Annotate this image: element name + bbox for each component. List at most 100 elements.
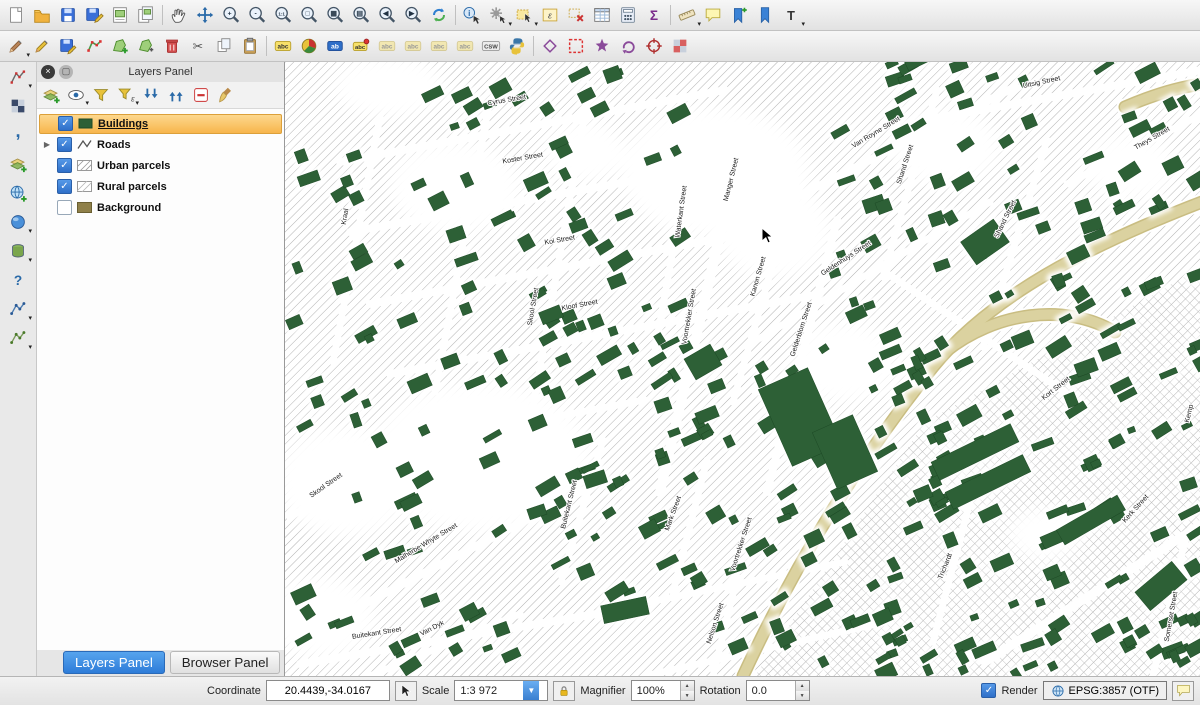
zoom-next[interactable]: ▶ [400, 2, 426, 28]
pan-to-selection[interactable] [192, 2, 218, 28]
tab-browser-panel[interactable]: Browser Panel [170, 651, 281, 674]
geometry-checker[interactable] [563, 33, 589, 59]
layer-diagram[interactable] [296, 33, 322, 59]
show-bookmarks[interactable] [752, 2, 778, 28]
field-calculator[interactable] [615, 2, 641, 28]
magnifier-steppers[interactable]: ▲▼ [680, 681, 694, 700]
step-down-icon[interactable]: ▼ [796, 691, 809, 701]
rotation-steppers[interactable]: ▲▼ [795, 681, 809, 700]
close-panel-button[interactable]: × [41, 65, 55, 79]
add-feature[interactable] [107, 33, 133, 59]
zoom-to-layer[interactable]: ▤ [348, 2, 374, 28]
layer-row-urban-parcels[interactable]: ✓Urban parcels [39, 156, 282, 176]
zoom-to-selection[interactable]: ▦ [322, 2, 348, 28]
add-delimited-text-layer[interactable]: , [5, 122, 31, 148]
delete-selected[interactable] [159, 33, 185, 59]
layer-row-background[interactable]: Background [39, 198, 282, 218]
identify-features[interactable]: i [459, 2, 485, 28]
clear-legend-filter[interactable] [214, 83, 238, 107]
map-refresh[interactable] [426, 2, 452, 28]
select-by-expression[interactable]: ε [537, 2, 563, 28]
map-canvas[interactable]: Cyrus StreetKoster StreetKoi StreetKloof… [285, 62, 1200, 676]
collapse-all[interactable] [164, 83, 188, 107]
save-layer-edits[interactable] [55, 33, 81, 59]
python-console[interactable] [504, 33, 530, 59]
georeferencer[interactable] [641, 33, 667, 59]
deselect-all[interactable] [563, 2, 589, 28]
layer-visibility-checkbox[interactable]: ✓ [58, 116, 73, 131]
zoom-native[interactable]: 1:1 [270, 2, 296, 28]
zoom-out[interactable]: - [244, 2, 270, 28]
rotate-feature[interactable] [615, 33, 641, 59]
rotation-spin[interactable]: 0.0 ▲▼ [746, 680, 810, 701]
filter-legend[interactable] [89, 83, 113, 107]
extents-toggle-button[interactable] [395, 681, 417, 701]
add-spatialite-layer[interactable]: ▾ [5, 238, 31, 264]
zoom-full[interactable]: □ [296, 2, 322, 28]
text-annotation[interactable]: T▾ [778, 2, 804, 28]
run-feature-action[interactable]: ▾ [485, 2, 511, 28]
magnifier-spin[interactable]: 100% ▲▼ [631, 680, 695, 701]
pan-map[interactable] [166, 2, 192, 28]
change-label[interactable]: abc [452, 33, 478, 59]
add-postgis-layer[interactable]: ▾ [5, 209, 31, 235]
step-up-icon[interactable]: ▲ [796, 681, 809, 691]
save-project-as[interactable] [81, 2, 107, 28]
paste-features[interactable] [237, 33, 263, 59]
label-toolbar[interactable]: ab [322, 33, 348, 59]
float-panel-button[interactable]: ▢ [59, 65, 73, 79]
zoom-last[interactable]: ◀ [374, 2, 400, 28]
zoom-in[interactable]: + [218, 2, 244, 28]
composer-manager[interactable] [133, 2, 159, 28]
open-project[interactable] [29, 2, 55, 28]
tab-layers-panel[interactable]: Layers Panel [63, 651, 165, 674]
scale-dropdown-icon[interactable]: ▼ [523, 681, 539, 700]
node-tool[interactable] [81, 33, 107, 59]
add-wfs-layer[interactable]: ▾ [5, 296, 31, 322]
move-feature[interactable] [133, 33, 159, 59]
pin-labels[interactable]: abc [348, 33, 374, 59]
step-up-icon[interactable]: ▲ [681, 681, 694, 691]
new-shapefile-layer[interactable] [5, 151, 31, 177]
step-down-icon[interactable]: ▼ [681, 691, 694, 701]
current-edits[interactable]: ▾ [3, 33, 29, 59]
layer-visibility-checkbox[interactable] [57, 200, 72, 215]
cut-features[interactable]: ✂ [185, 33, 211, 59]
toggle-editing[interactable] [29, 33, 55, 59]
add-wms-layer[interactable] [5, 180, 31, 206]
layer-labeling[interactable]: abc [270, 33, 296, 59]
rotate-label[interactable]: abc [426, 33, 452, 59]
add-vector-layer[interactable]: ▾ [5, 64, 31, 90]
filter-by-expression[interactable]: ε▾ [114, 83, 138, 107]
highlight-pinned-labels[interactable]: abc [374, 33, 400, 59]
new-print-composer[interactable] [107, 2, 133, 28]
metasearch-csw[interactable]: CSW [478, 33, 504, 59]
layer-row-buildings[interactable]: ✓Buildings [39, 114, 282, 134]
layer-row-rural-parcels[interactable]: ✓Rural parcels [39, 177, 282, 197]
add-oracle-layer[interactable]: ? [5, 267, 31, 293]
select-features[interactable]: ▾ [511, 2, 537, 28]
copy-features[interactable] [211, 33, 237, 59]
expand-all[interactable] [139, 83, 163, 107]
new-project[interactable] [3, 2, 29, 28]
raster-align[interactable] [667, 33, 693, 59]
add-group[interactable] [39, 83, 63, 107]
messages-button[interactable] [1172, 681, 1194, 701]
scale-lock-button[interactable] [553, 681, 575, 701]
map-tips[interactable] [700, 2, 726, 28]
scale-combo[interactable]: 1:3 972 ▼ [454, 680, 548, 701]
add-wcs-layer[interactable]: ▾ [5, 325, 31, 351]
layer-visibility-checkbox[interactable]: ✓ [57, 137, 72, 152]
render-checkbox[interactable]: ✓ [981, 683, 996, 698]
open-attribute-table[interactable] [589, 2, 615, 28]
add-raster-layer[interactable] [5, 93, 31, 119]
topology-checker[interactable] [589, 33, 615, 59]
new-bookmark[interactable] [726, 2, 752, 28]
layer-row-roads[interactable]: ▶✓Roads [39, 135, 282, 155]
measure-line[interactable]: ▾ [674, 2, 700, 28]
statistics-summary[interactable]: Σ [641, 2, 667, 28]
layer-visibility-checkbox[interactable]: ✓ [57, 158, 72, 173]
layer-visibility-checkbox[interactable]: ✓ [57, 179, 72, 194]
map-view[interactable]: Cyrus StreetKoster StreetKoi StreetKloof… [285, 62, 1200, 676]
crs-status-button[interactable]: EPSG:3857 (OTF) [1043, 681, 1167, 700]
